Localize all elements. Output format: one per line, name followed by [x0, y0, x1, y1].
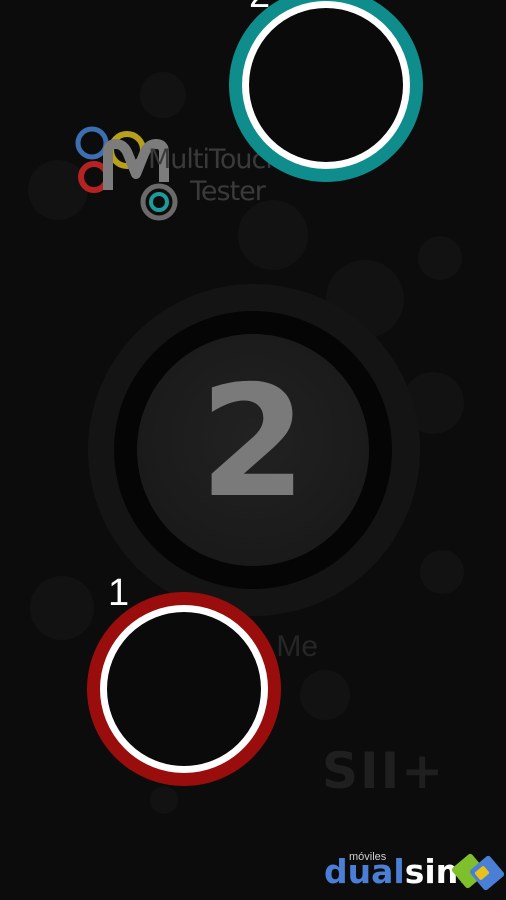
- background-dot: [150, 786, 178, 814]
- background-dot: [30, 576, 94, 640]
- touch-point-2[interactable]: [229, 0, 423, 182]
- touch-point-1-ring: [100, 605, 268, 773]
- background-dot: [420, 550, 464, 594]
- touch-point-1[interactable]: [87, 592, 281, 786]
- logo-title-line2: Tester: [190, 176, 266, 207]
- touch-count: 2: [199, 353, 307, 532]
- touch-point-1-label: 1: [108, 572, 130, 614]
- background-dot: [140, 72, 186, 118]
- device-watermark: SII+: [322, 742, 446, 800]
- dualsim-watermark: dualsim: [324, 855, 470, 888]
- watermark-dual: dual: [324, 852, 405, 891]
- background-dot: [300, 670, 350, 720]
- touch-point-2-label: 2: [249, 0, 270, 14]
- sim-card-icon: [452, 853, 505, 891]
- background-dot: [418, 236, 462, 280]
- touch-point-2-ring: [242, 1, 410, 169]
